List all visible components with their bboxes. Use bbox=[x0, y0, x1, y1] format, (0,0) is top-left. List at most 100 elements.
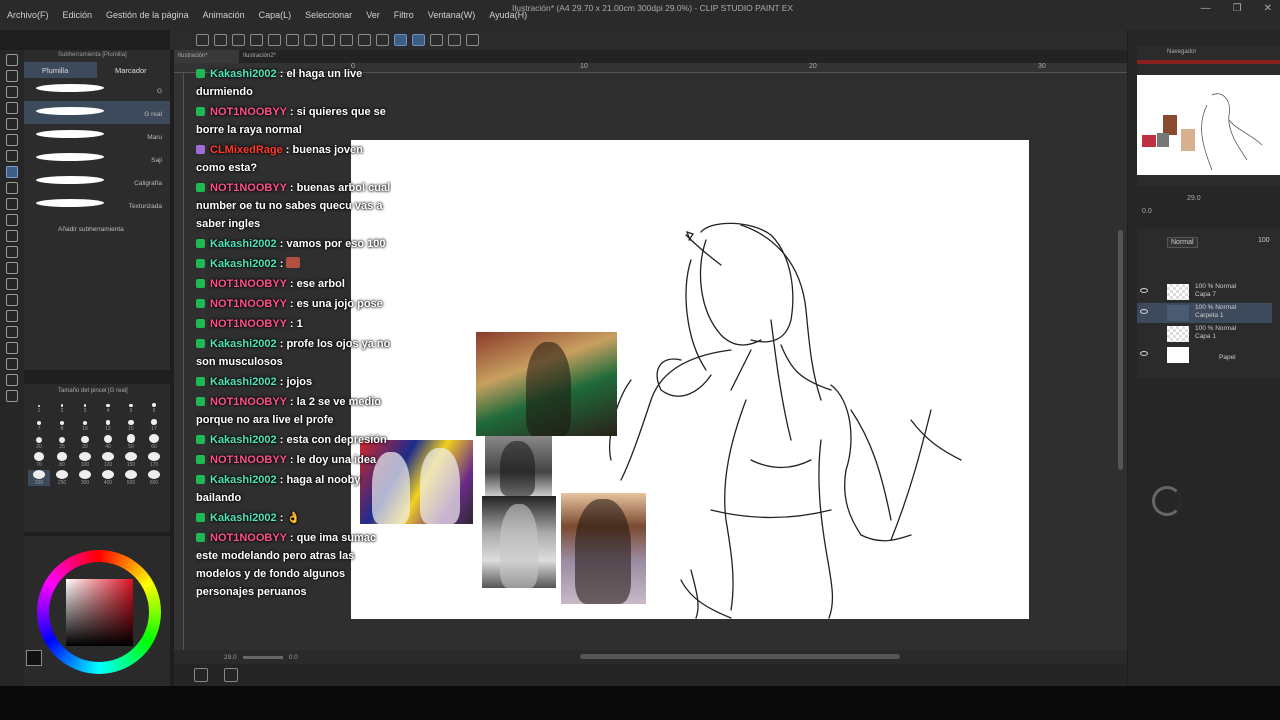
deselect-icon[interactable] bbox=[358, 34, 371, 46]
close-button[interactable]: ✕ bbox=[1264, 3, 1272, 14]
eye-icon[interactable] bbox=[1140, 288, 1148, 293]
gradient-icon[interactable] bbox=[6, 294, 18, 306]
undo-icon[interactable] bbox=[268, 34, 281, 46]
menu-item[interactable]: Ver bbox=[359, 10, 387, 20]
maximize-button[interactable]: ❐ bbox=[1233, 3, 1242, 14]
layer-item[interactable]: 100 % Normal Capa 1 bbox=[1137, 324, 1272, 344]
menu-item[interactable]: Capa(L) bbox=[252, 10, 299, 20]
brush-size-option[interactable]: 20 bbox=[28, 434, 50, 450]
brush-size-option[interactable]: 300 bbox=[74, 470, 96, 486]
brush-size-option[interactable]: 5 bbox=[120, 398, 142, 414]
new-file-icon[interactable] bbox=[196, 34, 209, 46]
balloon-icon[interactable] bbox=[6, 374, 18, 386]
tab-ilustracion2[interactable]: Ilustración2* bbox=[239, 50, 304, 63]
selection-icon[interactable] bbox=[6, 118, 18, 130]
material-icon[interactable] bbox=[448, 34, 461, 46]
pen-icon[interactable] bbox=[6, 166, 18, 178]
operation-icon[interactable] bbox=[6, 86, 18, 98]
navigator-angle-value[interactable]: 0.0 bbox=[1142, 208, 1152, 215]
eye-icon[interactable] bbox=[1140, 351, 1148, 356]
correct-line-icon[interactable] bbox=[6, 390, 18, 402]
reference-photo-singer[interactable] bbox=[476, 332, 617, 436]
airbrush-icon[interactable] bbox=[6, 214, 18, 226]
save-icon[interactable] bbox=[232, 34, 245, 46]
brush-icon[interactable] bbox=[6, 198, 18, 210]
invert-icon[interactable] bbox=[376, 34, 389, 46]
text-icon[interactable] bbox=[6, 358, 18, 370]
pencil-icon[interactable] bbox=[6, 182, 18, 194]
brush-size-option[interactable]: 170 bbox=[143, 452, 165, 468]
brush-size-option[interactable]: 70 bbox=[28, 452, 50, 468]
brush-size-option[interactable]: 150 bbox=[120, 452, 142, 468]
brush-item-texturizada[interactable]: Texturizada bbox=[24, 193, 170, 216]
frame-icon[interactable] bbox=[6, 326, 18, 338]
ruler-snap-icon[interactable] bbox=[394, 34, 407, 46]
brush-size-option[interactable]: 40 bbox=[97, 434, 119, 450]
brush-item-g-real[interactable]: G real bbox=[24, 101, 170, 124]
blend-mode-select[interactable]: Normal bbox=[1167, 237, 1198, 248]
tab-ilustracion[interactable]: Ilustración* bbox=[174, 50, 239, 63]
brush-size-option[interactable]: 4 bbox=[97, 398, 119, 414]
menu-item[interactable]: Gestión de la página bbox=[99, 10, 196, 20]
main-color-swatch[interactable] bbox=[26, 650, 42, 666]
move-icon[interactable] bbox=[6, 102, 18, 114]
menu-item[interactable]: Ventana(W) bbox=[421, 10, 483, 20]
figure-icon[interactable] bbox=[6, 310, 18, 322]
opacity-value[interactable]: 100 bbox=[1258, 237, 1270, 244]
add-subtool-button[interactable]: Añadir subherramienta bbox=[24, 216, 170, 233]
brush-item-g[interactable]: G bbox=[24, 78, 170, 101]
brush-size-option[interactable]: 50 bbox=[120, 434, 142, 450]
menu-item[interactable]: Filtro bbox=[387, 10, 421, 20]
brush-size-option[interactable]: 500 bbox=[120, 470, 142, 486]
brush-size-option[interactable]: 10 bbox=[74, 416, 96, 432]
hand-icon[interactable] bbox=[6, 70, 18, 82]
redo-icon[interactable] bbox=[286, 34, 299, 46]
layer-item-paper[interactable]: Papel bbox=[1137, 345, 1272, 365]
brush-size-option[interactable]: 25 bbox=[51, 434, 73, 450]
brush-size-option[interactable]: 60 bbox=[143, 434, 165, 450]
grid-snap-icon[interactable] bbox=[430, 34, 443, 46]
zoom-icon[interactable] bbox=[6, 54, 18, 66]
reference-photo-portrait[interactable] bbox=[561, 493, 646, 604]
eye-icon[interactable] bbox=[1140, 309, 1148, 314]
saturation-value-box[interactable] bbox=[66, 579, 133, 646]
zoom-slider[interactable] bbox=[242, 655, 283, 659]
reference-photo-bw-singer[interactable] bbox=[482, 496, 556, 588]
brush-size-option[interactable]: 3 bbox=[74, 398, 96, 414]
vertical-scrollbar[interactable] bbox=[1118, 230, 1123, 470]
special-ruler-icon[interactable] bbox=[412, 34, 425, 46]
menu-item[interactable]: Seleccionar bbox=[298, 10, 359, 20]
brush-size-option[interactable]: 2 bbox=[51, 398, 73, 414]
brush-size-option[interactable]: 600 bbox=[143, 470, 165, 486]
horizontal-scrollbar[interactable] bbox=[580, 654, 900, 659]
fill-icon[interactable] bbox=[6, 278, 18, 290]
brush-item-saji[interactable]: Saji bbox=[24, 147, 170, 170]
brush-item-maru[interactable]: Maru bbox=[24, 124, 170, 147]
navigator-zoom-value[interactable]: 29.0 bbox=[1187, 195, 1201, 202]
clear-icon[interactable] bbox=[304, 34, 317, 46]
ruler-icon[interactable] bbox=[6, 342, 18, 354]
auto-select-icon[interactable] bbox=[6, 134, 18, 146]
brush-size-option[interactable]: 8 bbox=[51, 416, 73, 432]
frame-settings-icon[interactable] bbox=[224, 668, 238, 682]
print-icon[interactable] bbox=[250, 34, 263, 46]
menu-item[interactable]: Animación bbox=[196, 10, 252, 20]
tab-marcador[interactable]: Marcador bbox=[97, 62, 170, 78]
decoration-icon[interactable] bbox=[6, 230, 18, 242]
transform-icon[interactable] bbox=[322, 34, 335, 46]
layer-item-folder[interactable]: 100 % Normal Carpeta 1 bbox=[1137, 303, 1272, 323]
brush-size-option[interactable]: 7 bbox=[28, 416, 50, 432]
brush-size-option[interactable]: 250 bbox=[51, 470, 73, 486]
brush-size-option[interactable]: 6 bbox=[143, 398, 165, 414]
layer-settings-icon[interactable] bbox=[194, 668, 208, 682]
brush-size-option[interactable]: 12 bbox=[97, 416, 119, 432]
settings-icon[interactable] bbox=[466, 34, 479, 46]
blend-icon[interactable] bbox=[6, 262, 18, 274]
eraser-icon[interactable] bbox=[6, 246, 18, 258]
brush-size-option[interactable]: 1 bbox=[28, 398, 50, 414]
eyedropper-icon[interactable] bbox=[6, 150, 18, 162]
brush-item-caligrafia[interactable]: Caligrafía bbox=[24, 170, 170, 193]
brush-size-option[interactable]: 400 bbox=[97, 470, 119, 486]
menu-item[interactable]: Edición bbox=[56, 10, 100, 20]
brush-size-option[interactable]: 120 bbox=[97, 452, 119, 468]
